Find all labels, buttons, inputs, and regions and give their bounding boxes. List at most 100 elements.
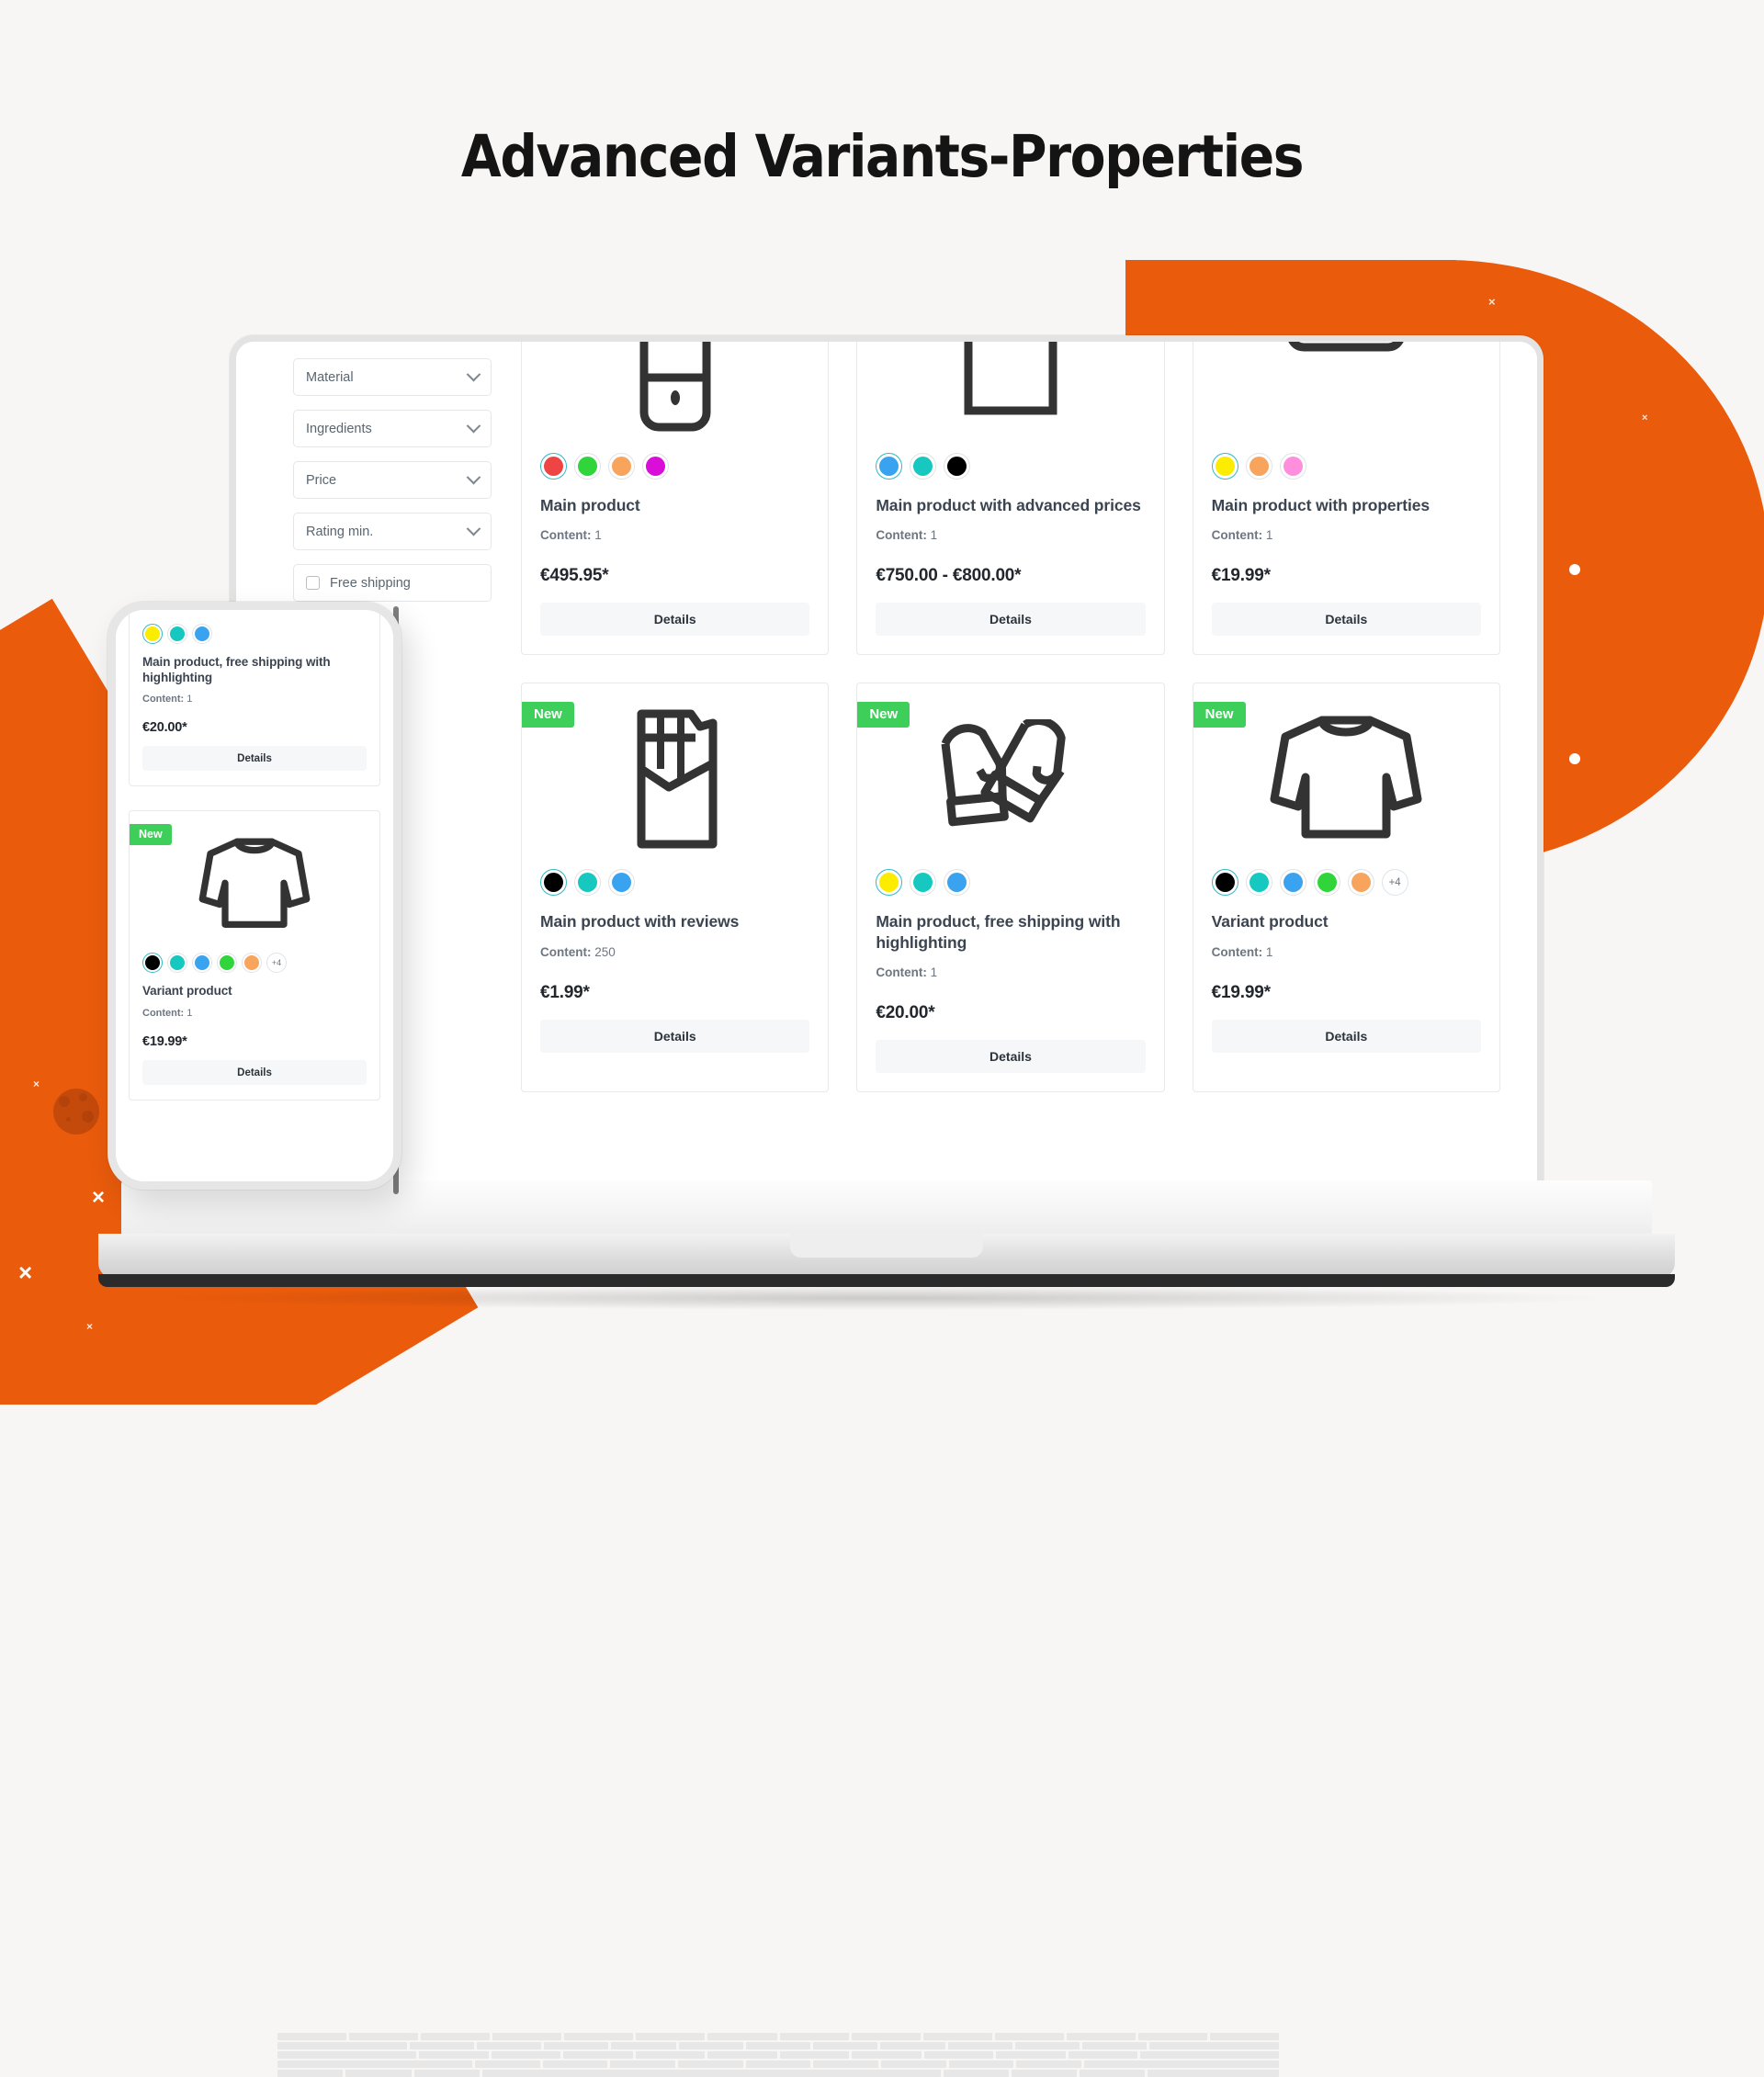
color-swatch[interactable]: [574, 869, 601, 897]
color-swatch[interactable]: [142, 953, 163, 974]
product-image: [876, 700, 1145, 856]
color-swatch-group[interactable]: +4: [142, 953, 367, 974]
product-title: Main product, free shipping with highlig…: [876, 912, 1121, 952]
dot-decoration: [1569, 753, 1580, 764]
product-image: [1212, 342, 1481, 440]
product-title: Main product with properties: [1211, 496, 1430, 514]
details-button[interactable]: Details: [142, 746, 367, 772]
more-swatches-button[interactable]: +4: [1381, 869, 1408, 897]
product-title: Variant product: [1211, 912, 1329, 931]
color-swatch-group[interactable]: [876, 869, 1145, 897]
color-swatch-group[interactable]: [876, 453, 1145, 480]
color-swatch[interactable]: [1279, 453, 1306, 480]
phone-mockup: Main product, free shipping with highlig…: [107, 602, 401, 1190]
details-button[interactable]: Details: [540, 603, 810, 637]
color-swatch-group[interactable]: +4: [1211, 869, 1481, 897]
color-swatch[interactable]: [1279, 869, 1306, 897]
color-swatch[interactable]: [1313, 869, 1340, 897]
phone-product-card[interactable]: New +4 Variant product Content: 1 €19.99…: [129, 810, 380, 1101]
product-image: [876, 342, 1145, 440]
sparkle-icon: ×: [86, 1320, 94, 1333]
product-price: €20.00*: [142, 720, 187, 736]
color-swatch[interactable]: [242, 953, 262, 974]
product-title: Main product with advanced prices: [876, 496, 1141, 514]
free-shipping-checkbox[interactable]: [306, 576, 320, 590]
details-button[interactable]: Details: [1211, 603, 1481, 637]
color-swatch-group[interactable]: [142, 624, 367, 644]
color-swatch[interactable]: [574, 453, 601, 480]
color-swatch[interactable]: [642, 453, 669, 480]
color-swatch[interactable]: [192, 624, 212, 644]
color-swatch[interactable]: [167, 624, 187, 644]
product-card[interactable]: Main product with advanced prices Conten…: [856, 342, 1165, 656]
product-card[interactable]: New +4 Variant product Content: 1 €19.99…: [1192, 683, 1500, 1093]
chevron-down-icon: [466, 521, 481, 536]
color-swatch[interactable]: [1245, 869, 1272, 897]
color-swatch[interactable]: [608, 869, 635, 897]
mittens-icon: [941, 719, 1066, 827]
color-swatch[interactable]: [910, 453, 937, 480]
details-button[interactable]: Details: [876, 603, 1146, 637]
product-price: €19.99*: [1211, 566, 1271, 586]
color-swatch[interactable]: [608, 453, 635, 480]
color-swatch[interactable]: [1347, 869, 1374, 897]
filter-price-label: Price: [306, 472, 337, 488]
color-swatch[interactable]: [876, 453, 903, 480]
laptop-keyboard: [277, 2033, 1280, 2077]
color-swatch[interactable]: [944, 869, 971, 897]
color-swatch[interactable]: [167, 953, 187, 974]
color-swatch[interactable]: [217, 953, 237, 974]
color-swatch[interactable]: [192, 953, 212, 974]
sparkle-icon: ×: [1488, 295, 1496, 309]
phone-screen: Main product, free shipping with highlig…: [116, 610, 393, 1181]
filter-free-shipping-label: Free shipping: [330, 575, 411, 591]
color-swatch[interactable]: [142, 624, 163, 644]
product-image: [142, 824, 367, 943]
color-swatch[interactable]: [540, 869, 567, 897]
details-button[interactable]: Details: [876, 1040, 1146, 1074]
new-badge: New: [130, 824, 172, 846]
phone-product-card[interactable]: Main product, free shipping with highlig…: [129, 610, 380, 787]
details-button[interactable]: Details: [540, 1019, 810, 1053]
longsleeve-shirt-icon: [1270, 716, 1422, 839]
product-card[interactable]: Main product with properties Content: 1 …: [1192, 342, 1500, 656]
laptop-shadow: [175, 1286, 1599, 1310]
product-card[interactable]: New: [521, 683, 830, 1093]
color-swatch[interactable]: [910, 869, 937, 897]
color-swatch[interactable]: [1245, 453, 1272, 480]
filter-material[interactable]: Material: [293, 358, 492, 396]
product-title: Main product: [540, 496, 640, 514]
more-swatches-button[interactable]: +4: [266, 953, 287, 974]
product-content: Content: 1: [142, 694, 193, 706]
color-swatch[interactable]: [876, 869, 903, 897]
filter-ingredients-label: Ingredients: [306, 421, 372, 436]
new-badge: New: [522, 702, 574, 728]
color-swatch-group[interactable]: [540, 453, 809, 480]
color-swatch[interactable]: [540, 453, 567, 480]
filter-material-label: Material: [306, 369, 354, 385]
color-swatch-group[interactable]: [1211, 453, 1481, 480]
filter-ingredients[interactable]: Ingredients: [293, 410, 492, 447]
product-title: Main product with reviews: [540, 912, 740, 931]
product-price: €19.99*: [142, 1034, 187, 1050]
page-title: Advanced Variants-Properties: [460, 123, 1305, 190]
filter-price[interactable]: Price: [293, 461, 492, 499]
product-card[interactable]: Main product Content: 1 €495.95* Details: [521, 342, 830, 656]
color-swatch[interactable]: [944, 453, 971, 480]
filter-rating-min[interactable]: Rating min.: [293, 513, 492, 550]
laptop-mockup: Material Ingredients Price Rating min. F…: [98, 335, 1675, 2077]
product-content: Content: 250: [540, 944, 616, 959]
color-swatch[interactable]: [1211, 869, 1238, 897]
details-button[interactable]: Details: [1211, 1019, 1481, 1053]
speaker-icon: [964, 342, 1057, 415]
shop-listing-page: Material Ingredients Price Rating min. F…: [236, 342, 1537, 1182]
filter-free-shipping[interactable]: Free shipping: [293, 564, 492, 602]
product-content: Content: 1: [876, 965, 938, 980]
details-button[interactable]: Details: [142, 1060, 367, 1086]
product-content: Content: 1: [540, 528, 602, 543]
product-price: €19.99*: [1211, 982, 1271, 1002]
color-swatch-group[interactable]: [540, 869, 809, 897]
product-card[interactable]: New: [856, 683, 1165, 1093]
color-swatch[interactable]: [1211, 453, 1238, 480]
moon-decoration-icon: [53, 1089, 99, 1134]
